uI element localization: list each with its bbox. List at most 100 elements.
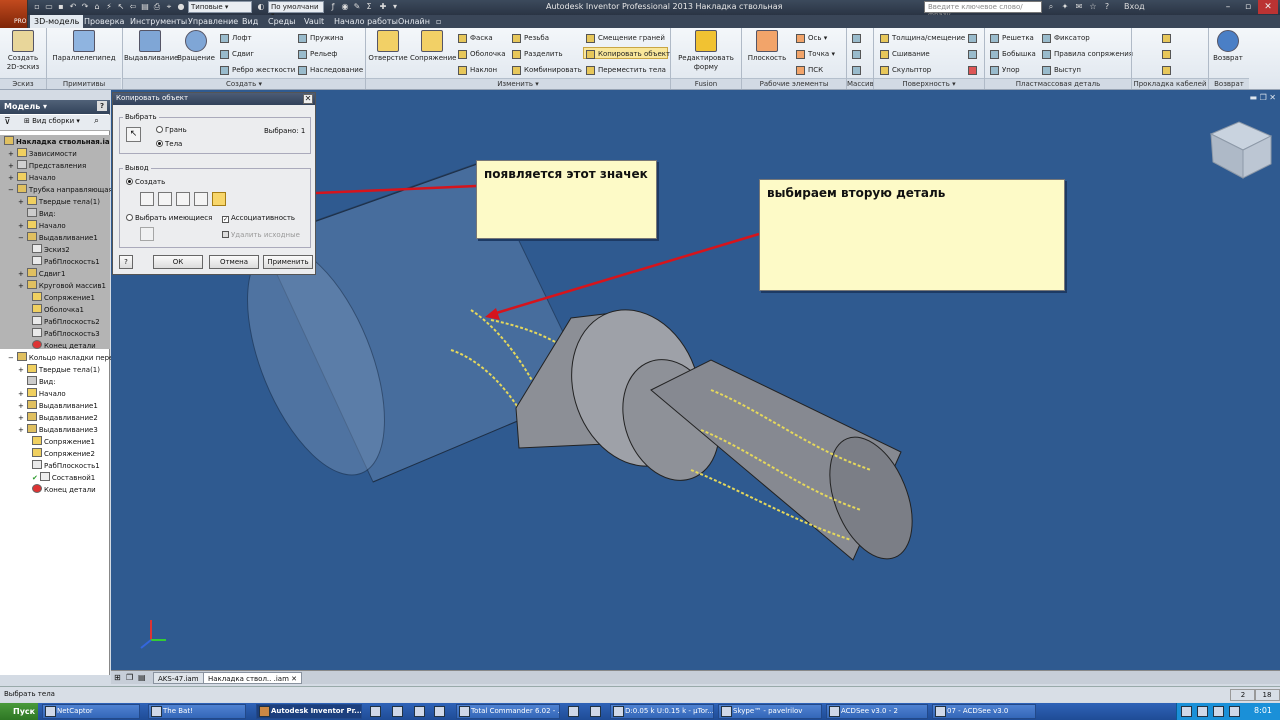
minimize-button[interactable]: – bbox=[1218, 0, 1238, 14]
tree-item[interactable]: + Представления bbox=[8, 160, 86, 172]
doc-tab-aks47[interactable]: AKS-47.iam bbox=[153, 672, 204, 684]
tab-environments[interactable]: Среды bbox=[264, 15, 299, 28]
dialog-close-button[interactable]: ✕ bbox=[303, 94, 313, 104]
harness-2-button[interactable] bbox=[1162, 48, 1172, 60]
tree-item[interactable]: + Круговой массив1 bbox=[18, 280, 106, 292]
tree-item[interactable]: − Выдавливание1 bbox=[18, 232, 98, 244]
tray-icon[interactable] bbox=[1229, 706, 1240, 717]
draft-button[interactable]: Наклон bbox=[458, 64, 497, 76]
tab-online[interactable]: Онлайн bbox=[394, 15, 434, 28]
properties-icon[interactable]: ▤ bbox=[140, 2, 150, 12]
tab-tools[interactable]: Инструменты bbox=[126, 15, 191, 28]
start-button[interactable]: Пуск bbox=[0, 703, 38, 720]
open-icon[interactable]: ▭ bbox=[44, 2, 54, 12]
loft-button[interactable]: Лофт bbox=[220, 32, 252, 44]
taskbar-item-thebat[interactable]: The Bat! bbox=[148, 704, 246, 719]
more-icon[interactable]: ▾ bbox=[390, 2, 400, 12]
tools-icon[interactable]: ✚ bbox=[378, 2, 388, 12]
tab-vault[interactable]: Vault bbox=[300, 15, 328, 28]
output-composite-button[interactable] bbox=[158, 192, 172, 206]
taskbar-item-inventor[interactable]: Autodesk Inventor Pr... bbox=[256, 704, 362, 719]
rest-button[interactable]: Упор bbox=[990, 64, 1020, 76]
tree-item[interactable]: + Зависимости bbox=[8, 148, 77, 160]
assembly-view-select[interactable]: ⊞ Вид сборки ▾ bbox=[24, 117, 80, 125]
close-window-button[interactable]: ✕ bbox=[1258, 0, 1278, 14]
measure-icon[interactable]: ⌖ bbox=[164, 2, 174, 12]
tree-item[interactable]: Эскиз2 bbox=[32, 244, 70, 256]
tree-item[interactable]: + Начало bbox=[18, 388, 66, 400]
fx-icon[interactable]: ƒ bbox=[328, 2, 338, 12]
split-button[interactable]: Разделить bbox=[512, 48, 563, 60]
tree-root[interactable]: Накладка ствольная.ia bbox=[4, 136, 110, 148]
return-icon[interactable]: ⇦ bbox=[128, 2, 138, 12]
undo-icon[interactable]: ↶ bbox=[68, 2, 78, 12]
tab-view[interactable]: Вид bbox=[238, 15, 262, 28]
group-label-modify[interactable]: Изменить ▾ bbox=[366, 78, 670, 89]
tab-3d-model[interactable]: 3D-модель bbox=[30, 15, 84, 28]
tree-item[interactable]: РабПлоскость3 bbox=[32, 328, 100, 340]
copy-object-button[interactable]: Копировать объект bbox=[583, 47, 670, 59]
output-derived-button[interactable] bbox=[194, 192, 208, 206]
save-icon[interactable]: ▪ bbox=[56, 2, 66, 12]
tree-item[interactable]: + Начало bbox=[8, 172, 56, 184]
tree-item[interactable]: Сопряжение1 bbox=[32, 436, 95, 448]
radio-bodies[interactable]: Тела bbox=[156, 140, 182, 148]
radio-face[interactable]: Грань bbox=[156, 126, 187, 134]
view-representation-select[interactable]: По умолчани ▾ bbox=[268, 1, 324, 19]
quicklaunch-icon[interactable] bbox=[414, 706, 425, 717]
return-button[interactable]: Возврат bbox=[1210, 30, 1246, 63]
browser-header[interactable]: Модель ▾? bbox=[0, 100, 110, 114]
delete-originals-checkbox[interactable]: Удалить исходные bbox=[222, 231, 300, 239]
tree-item[interactable]: Оболочка1 bbox=[32, 304, 84, 316]
tree-item[interactable]: Конец детали bbox=[32, 340, 96, 352]
cancel-button[interactable]: Отмена bbox=[209, 255, 259, 269]
output-solid-button[interactable] bbox=[176, 192, 190, 206]
chamfer-button[interactable]: Фаска bbox=[458, 32, 493, 44]
home-icon[interactable]: ⌂ bbox=[92, 2, 102, 12]
group-label-surface[interactable]: Поверхность ▾ bbox=[874, 78, 984, 89]
fillet-button[interactable]: Сопряжение bbox=[410, 30, 456, 63]
radio-select-existing[interactable]: Выбрать имеющиеся bbox=[126, 214, 212, 222]
quicklaunch-icon[interactable] bbox=[434, 706, 445, 717]
star-icon[interactable]: ☆ bbox=[1088, 2, 1098, 12]
box-primitive-button[interactable]: Параллелепипед bbox=[52, 30, 116, 63]
associative-checkbox[interactable]: ✓ Ассоциативность bbox=[222, 214, 295, 223]
taskbar-item-skype[interactable]: Skype™ - pavelrilov bbox=[718, 704, 822, 719]
select-cursor-button[interactable]: ↖ bbox=[126, 127, 141, 142]
color-icon[interactable]: ◐ bbox=[256, 2, 266, 12]
boss-button[interactable]: Бобышка bbox=[990, 48, 1036, 60]
trim-button[interactable] bbox=[968, 48, 978, 60]
app-logo[interactable]: PRO bbox=[0, 0, 28, 28]
taskbar-item-utorrent[interactable]: D:0.05 k U:0.15 k - µTor... bbox=[610, 704, 714, 719]
redo-icon[interactable]: ↷ bbox=[80, 2, 90, 12]
tree-item[interactable]: РабПлоскость2 bbox=[32, 316, 100, 328]
rule-fillet-button[interactable]: Правила сопряжения bbox=[1042, 48, 1133, 60]
mirror-button[interactable] bbox=[852, 64, 862, 76]
snap-fit-button[interactable]: Фиксатор bbox=[1042, 32, 1090, 44]
lip-button[interactable]: Выступ bbox=[1042, 64, 1081, 76]
select-icon[interactable]: ↖ bbox=[116, 2, 126, 12]
taskbar-item-acdsee-1[interactable]: ACDSee v3.0 - 2 bbox=[826, 704, 928, 719]
output-surface-button[interactable] bbox=[140, 192, 154, 206]
tree-item[interactable]: + Твердые тела(1) bbox=[18, 364, 100, 376]
tree-item[interactable]: + Выдавливание1 bbox=[18, 400, 98, 412]
cascade-windows-icon[interactable]: ❐ bbox=[126, 673, 133, 682]
appearance-icon[interactable]: ● bbox=[176, 2, 186, 12]
quicklaunch-icon[interactable] bbox=[392, 706, 403, 717]
edit-form-button[interactable]: Редактировать форму bbox=[674, 30, 738, 72]
point-button[interactable]: Точка ▾ bbox=[796, 48, 835, 60]
search-input[interactable]: Введите ключевое слово/фразу bbox=[924, 1, 1042, 19]
tray-icon[interactable] bbox=[1181, 706, 1192, 717]
yandex-icon[interactable] bbox=[590, 706, 601, 717]
style-select[interactable]: Типовые ▾ bbox=[188, 1, 252, 13]
new-icon[interactable]: ▫ bbox=[32, 2, 42, 12]
help-icon[interactable]: ? bbox=[1102, 2, 1112, 12]
taskbar-item-netcaptor[interactable]: NetCaptor bbox=[42, 704, 140, 719]
tree-item[interactable]: РабПлоскость1 bbox=[32, 460, 100, 472]
rectangular-pattern-button[interactable] bbox=[852, 32, 862, 44]
tab-get-started[interactable]: Начало работы bbox=[330, 15, 402, 28]
find-icon[interactable]: ⌕ bbox=[94, 116, 99, 126]
dialog-help-button[interactable]: ? bbox=[119, 255, 133, 269]
login-link[interactable]: Вход bbox=[1124, 2, 1145, 11]
tree-item[interactable]: Конец детали bbox=[32, 484, 96, 496]
